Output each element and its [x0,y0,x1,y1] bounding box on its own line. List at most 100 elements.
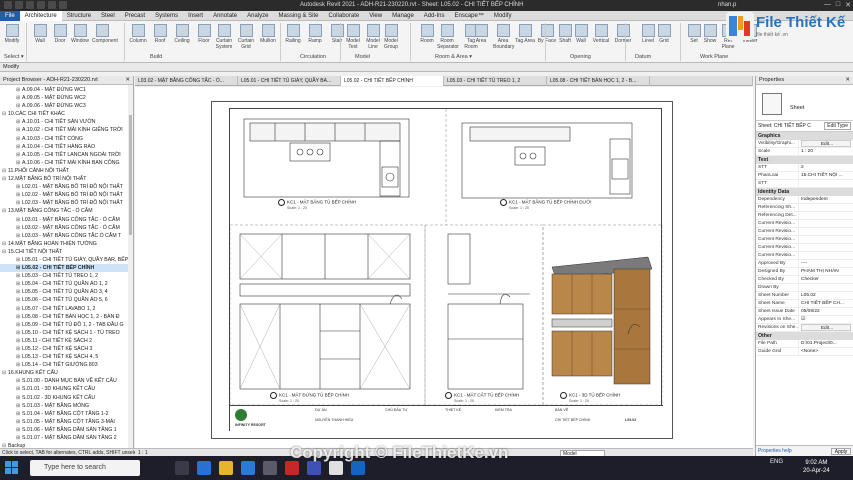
menu-architecture[interactable]: Architecture [19,10,62,21]
tree-row[interactable]: ⊞ A.10.05 - CHI TIẾT LANCAN NGOÀI TRỜI [0,151,133,159]
property-edit-button[interactable]: Edit... [801,140,851,147]
tree-row[interactable]: ⊞ L05.07 - CHI TIẾT LAVABO 1, 2 [0,305,133,313]
view-title-plan[interactable]: KC1 - MẶT BẰNG TỦ BẾP CHÍNH Scale: 1 : 20 [278,199,356,210]
ribbon-tool-room[interactable]: Room [417,23,437,51]
property-value[interactable]: ---- [799,260,853,267]
property-value[interactable]: CHI TIẾT BẾP CH... [799,300,853,307]
tree-row[interactable]: ⊞ A.10.06 - CHI TIẾT MÁI KÍNH BAN CÔNG [0,159,133,167]
ribbon-tool-grid[interactable]: Grid [654,23,674,51]
ribbon-panel-label[interactable]: Datum [635,54,651,60]
property-value[interactable] [799,252,853,259]
tree-row[interactable]: ⊞ L05.11 - CHI TIẾT KỆ SÁCH 2 [0,337,133,345]
property-value[interactable]: L05.02 [799,292,853,299]
ribbon-panel-label[interactable]: Circulation [300,54,326,60]
ribbon-tool-tag-area[interactable]: Tag Area [515,23,535,51]
ribbon-panel-label[interactable]: Opening [570,54,591,60]
tree-row[interactable]: ⊞ L05.01 - CHI TIẾT TỦ GIÀY, QUẦY BAR, BẾ… [0,256,133,264]
menu-file[interactable]: File [0,10,20,21]
save-icon[interactable] [26,1,34,9]
property-value[interactable] [799,236,853,243]
ribbon-panel-label[interactable]: Work Plane [700,54,728,60]
view-tab[interactable]: L03.02 - MẶT BẰNG CÔNG TẮC - Ổ... [135,76,238,86]
menu-analyze[interactable]: Analyze [242,11,273,21]
view-tab[interactable] [650,76,753,86]
menu-massing-site[interactable]: Massing & Site [273,11,323,21]
ribbon-tool-curtain-system[interactable]: Curtain System [214,23,234,51]
menu-structure[interactable]: Structure [62,11,96,21]
ribbon-tool-railing[interactable]: Railing [283,23,303,51]
ribbon-panel-label[interactable]: Select ▾ [4,54,24,60]
view-title-3d[interactable]: KC1 - 3D TỦ BẾP CHÍNH Scale: 1 : 20 [560,392,620,403]
tree-row[interactable]: ⊞ L05.03 - CHI TIẾT TỦ TREO 1, 2 [0,272,133,280]
ribbon-tool-dormer[interactable]: Dormer [613,23,633,51]
tree-row[interactable]: ⊞ A.09.05 - MẶT ĐỨNG WC2 [0,94,133,102]
tree-row[interactable]: ⊞ L03.03 - MẶT BẰNG CÔNG TẮC Ổ CẮM T [0,232,133,240]
ribbon-panel-label[interactable]: Build [150,54,162,60]
revit-logo-icon[interactable] [4,1,12,9]
property-value[interactable]: 2 [799,164,853,171]
menu-modify[interactable]: Modify [489,11,517,21]
ribbon-tool-modify[interactable]: Modify [2,23,22,51]
app-icon[interactable] [285,461,299,475]
menu-insert[interactable]: Insert [183,11,208,21]
tree-row[interactable]: ⊞ L05.06 - CHI TIẾT TỦ QUẦN ÁO 5, 6 [0,296,133,304]
scrollbar-thumb[interactable] [129,115,132,235]
language-indicator[interactable]: ENG [770,459,783,465]
drawing-canvas[interactable]: KC1 - MẶT BẰNG TỦ BẾP CHÍNH Scale: 1 : 20… [135,87,753,448]
property-value[interactable] [799,220,853,227]
tree-row[interactable]: ⊞ S.01.04 - MẶT BẰNG CỘT TẦNG 1-2 [0,410,133,418]
tree-row[interactable]: ⊟ 10.CÁC CHI TIẾT KHÁC [0,110,133,118]
instance-filter[interactable]: Sheet: CHI TIẾT BẾP C Edit Type [756,121,853,132]
tree-row[interactable]: ⊞ S.01.01 - 3D KHUNG KẾT CẤU [0,385,133,393]
tree-row[interactable]: ⊞ L05.14 - CHI TIẾT GIƯỜNG 803 [0,361,133,369]
revit-icon[interactable] [307,461,321,475]
ribbon-tool-by-face[interactable]: By Face [537,23,557,51]
ribbon-panel-label[interactable]: Model [355,54,370,60]
property-value[interactable]: <None> [799,348,853,355]
revit-taskbar-icon[interactable] [351,461,365,475]
tree-row[interactable]: ⊞ L03.02 - MẶT BẰNG CÔNG TẮC - Ổ CẮM [0,224,133,232]
property-value[interactable]: Checker [799,276,853,283]
menu-annotate[interactable]: Annotate [208,11,242,21]
view-tab[interactable]: L05.02 - CHI TIẾT BẾP CHÍNH [341,76,444,86]
property-value[interactable]: 1 : 20 [799,148,853,155]
view-tab[interactable]: L05.01 - CHI TIẾT TỦ GIÀY, QUẦY BA... [238,76,341,86]
property-value[interactable] [799,180,853,187]
tree-row[interactable]: ⊞ L05.08 - CHI TIẾT BÀN HỌC 1, 2 - BÀN Đ [0,313,133,321]
tree-row[interactable]: ⊞ A.10.01 - CHI TIẾT SÂN VƯỜN [0,118,133,126]
tree-row[interactable]: ⊞ L03.01 - MẶT BẰNG CÔNG TẮC - Ổ CẮM [0,216,133,224]
browser-scrollbar[interactable] [128,85,133,448]
menu-view[interactable]: View [364,11,387,21]
tree-row[interactable]: ⊟ 11.PHỐI CẢNH NỘI THẤT [0,167,133,175]
tree-row[interactable]: ⊞ L05.12 - CHI TIẾT KỆ SÁCH 3 [0,345,133,353]
close-icon[interactable]: ✕ [845,76,850,84]
tree-row[interactable]: ⊞ L02.03 - MẶT BẰNG BỐ TRÍ ĐỒ NỘI THẤT [0,199,133,207]
tree-row[interactable]: ⊞ L02.01 - MẶT BẰNG BỐ TRÍ ĐỒ NỘI THẤT [0,183,133,191]
ribbon-tool-vertical[interactable]: Vertical [591,23,611,51]
property-value[interactable]: D:\01.Project\0... [799,340,853,347]
tree-row[interactable]: ⊞ A.10.04 - CHI TIẾT HÀNG RÀO [0,143,133,151]
tree-row[interactable]: ⊞ A.10.02 - CHI TIẾT MÁI KÍNH GIẾNG TRỜI [0,126,133,134]
view-title-elevation[interactable]: KC1 - MẶT ĐỨNG TỦ BẾP CHÍNH Scale: 1 : 20 [270,392,349,403]
tree-row[interactable]: ⊟ 16.KHUNG KẾT CẤU [0,369,133,377]
type-selector[interactable]: Sheet [756,85,853,121]
menu-enscape[interactable]: Enscape™ [449,11,488,21]
view-title-section[interactable]: KC1 - MẶT CẮT TỦ BẾP CHÍNH Scale: 1 : 20 [445,392,519,403]
property-value[interactable]: 05/08/22 [799,308,853,315]
tree-row[interactable]: ⊞ L02.02 - MẶT BẰNG BỐ TRÍ ĐỒ NỘI THẤT [0,191,133,199]
tree-row[interactable]: ⊞ S.01.02 - 3D KHUNG KẾT CẤU [0,394,133,402]
view-tab[interactable]: L05.03 - CHI TIẾT TỦ TREO 1, 2 [444,76,547,86]
tree-row[interactable]: ⊞ L05.05 - CHI TIẾT TỦ QUẦN ÁO 3, 4 [0,288,133,296]
tree-row[interactable]: ⊞ A.09.06 - MẶT ĐỨNG WC3 [0,102,133,110]
ribbon-tool-door[interactable]: Door [50,23,70,51]
file-explorer-icon[interactable] [219,461,233,475]
close-window-button[interactable]: ✕ [845,1,851,9]
tree-row[interactable]: ⊟ 13.MẶT BẰNG CÔNG TẮC - Ổ CẮM [0,207,133,215]
menu-steel[interactable]: Steel [96,11,120,21]
ribbon-tool-component[interactable]: Component [92,23,118,51]
ribbon-tool-room-separator[interactable]: Room Separator [437,23,459,51]
property-value[interactable]: PHẠM THỊ NHÀN [799,268,853,275]
task-view-icon[interactable] [175,461,189,475]
ribbon-tool-wall[interactable]: Wall [571,23,591,51]
properties-help-link[interactable]: Properties help [758,448,792,454]
